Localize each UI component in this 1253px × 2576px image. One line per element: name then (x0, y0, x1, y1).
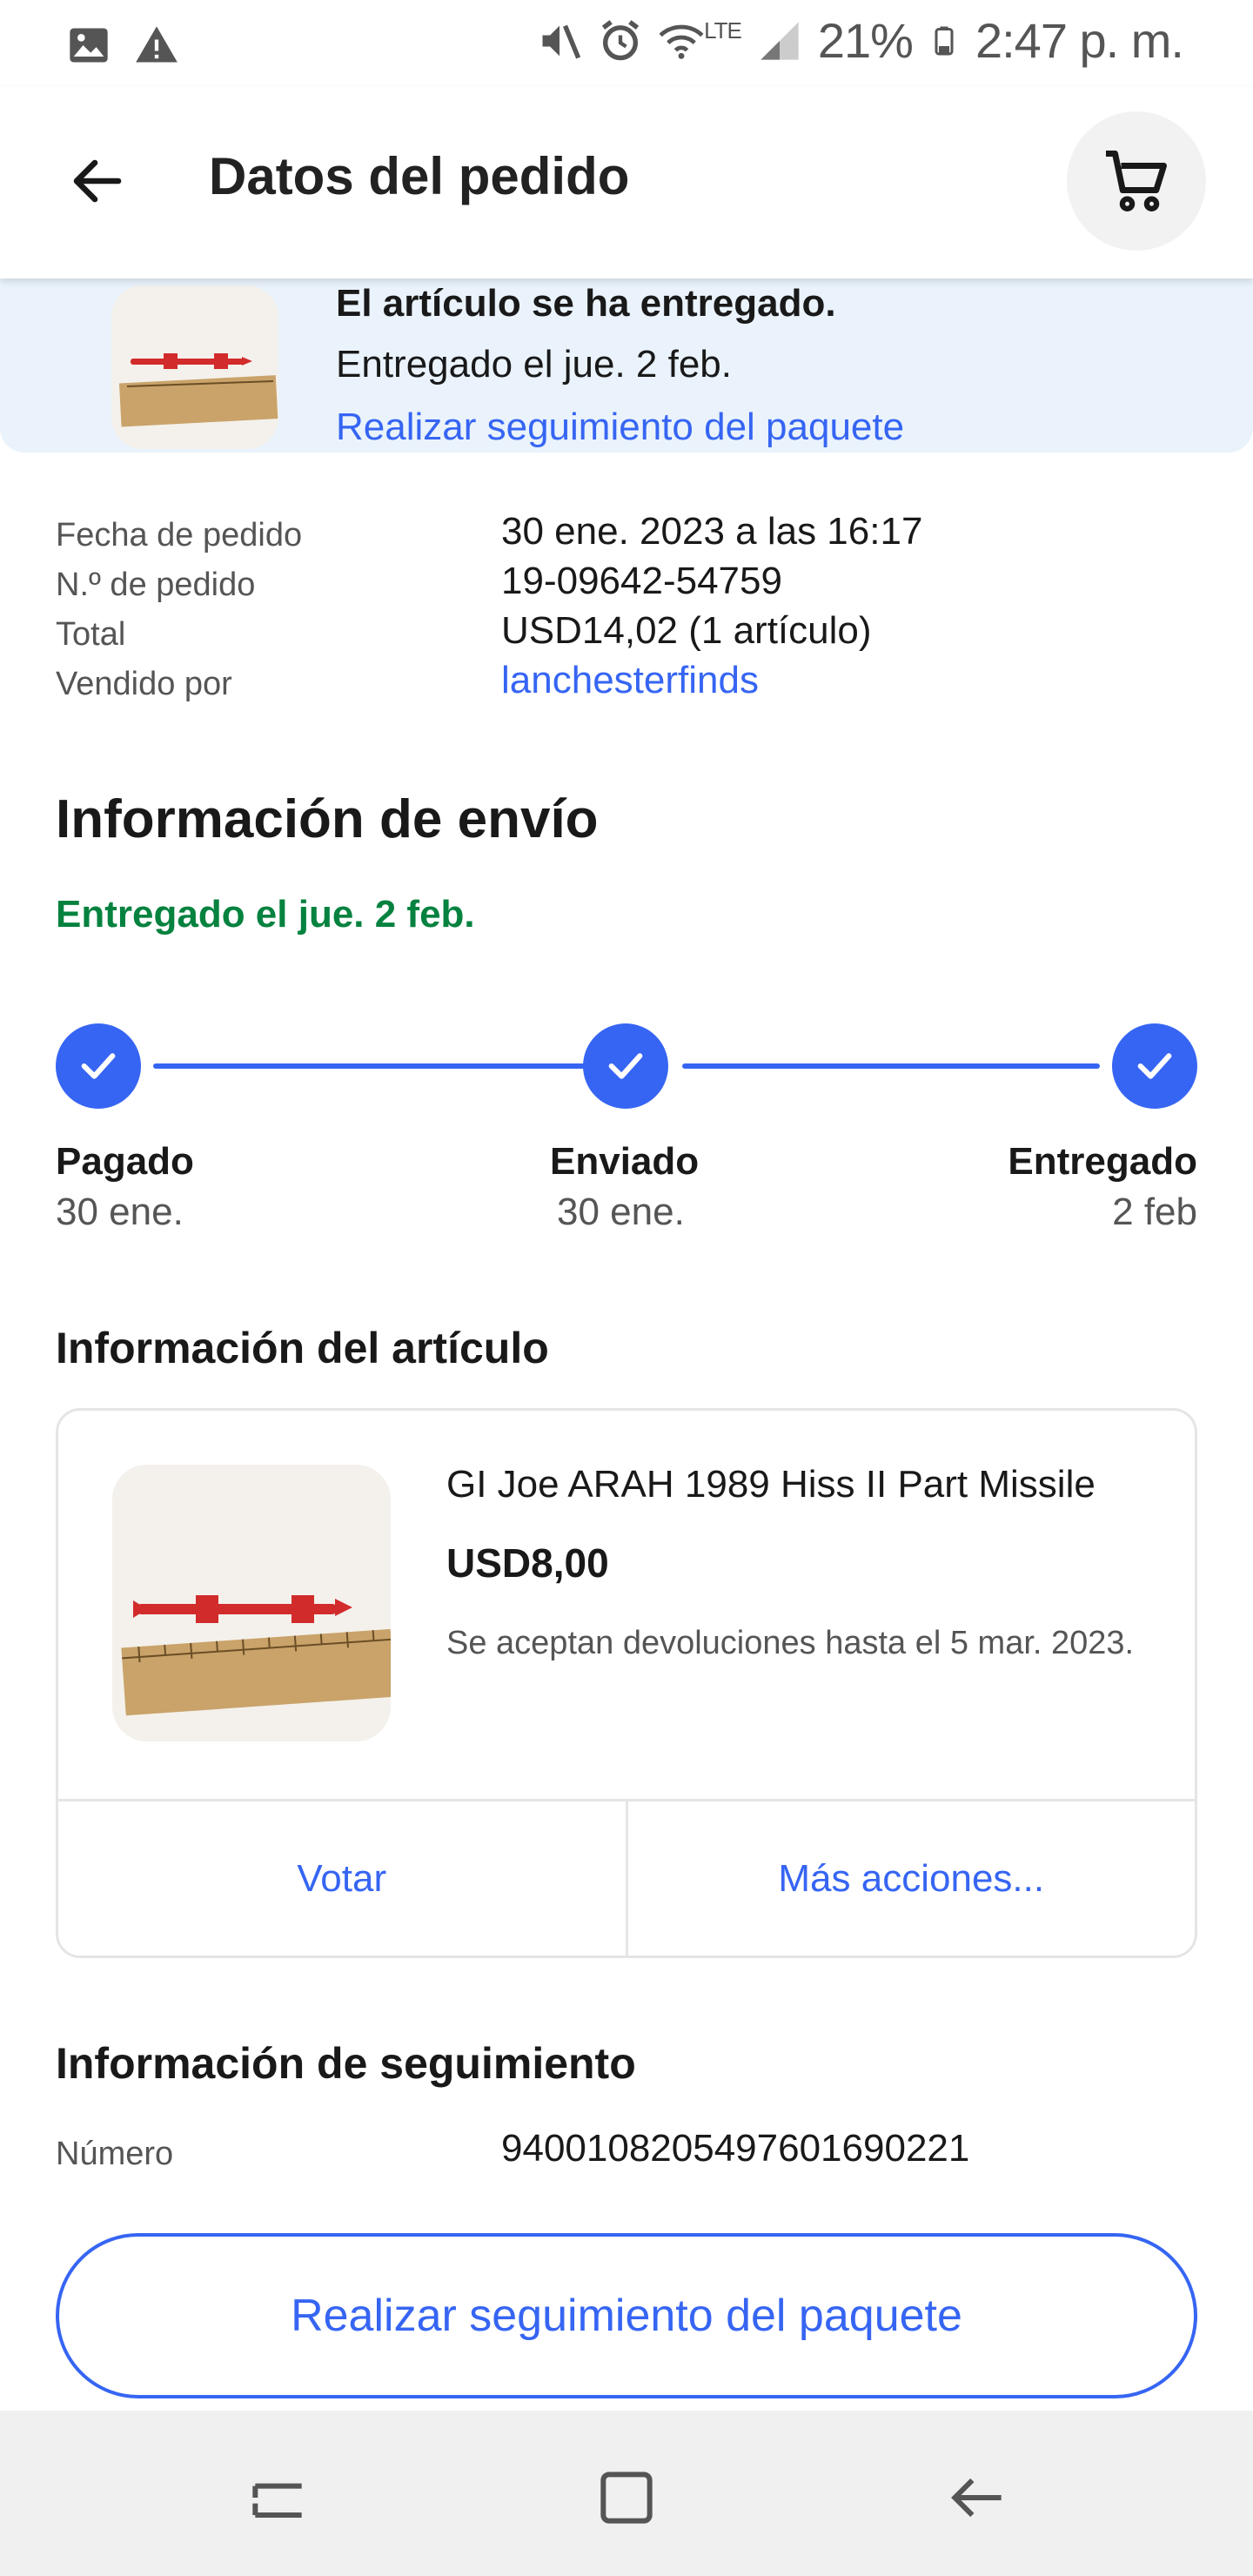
tracking-number: 9400108205497601690221 (501, 2127, 970, 2170)
nav-back-button[interactable] (935, 2454, 1022, 2541)
mute-icon (542, 24, 581, 59)
app-header: Datos del pedido (0, 87, 1253, 278)
network-label: LTE (704, 17, 742, 44)
item-thumbnail[interactable] (111, 285, 278, 449)
progress-line-2 (682, 1063, 1100, 1069)
step-delivered-label: Entregado (1008, 1140, 1197, 1183)
check-icon (608, 1053, 643, 1079)
progress-line-1 (153, 1063, 623, 1069)
recent-apps-button[interactable] (235, 2454, 322, 2541)
item-card: GI Joe ARAH 1989 Hiss II Part Missile US… (56, 1408, 1197, 1958)
item-title[interactable]: GI Joe ARAH 1989 Hiss II Part Missile (446, 1463, 1096, 1506)
clock: 2:47 p. m. (975, 13, 1184, 68)
shipping-status: Entregado el jue. 2 feb. (56, 893, 475, 936)
warning-icon (136, 26, 178, 63)
step-shipped-label: Enviado (550, 1140, 700, 1183)
home-button[interactable] (583, 2454, 670, 2541)
step-paid-date: 30 ene. (56, 1191, 184, 1233)
order-total-label: Total (56, 616, 126, 653)
back-button[interactable] (56, 139, 139, 223)
arrow-left-icon (73, 159, 122, 203)
signal-icon (761, 21, 799, 60)
order-details: Fecha de pedido 30 ene. 2023 a las 16:17… (56, 510, 1197, 708)
item-actions: Votar Más acciones... (58, 1799, 1195, 1955)
seller-link[interactable]: lanchesterfinds (501, 659, 759, 702)
seller-row: Vendido por lanchesterfinds (56, 659, 1197, 708)
item-price: USD8,00 (446, 1540, 609, 1586)
order-total-value: USD14,02 (1 artículo) (501, 609, 872, 652)
banner-subtitle: Entregado el jue. 2 feb. (336, 343, 732, 386)
order-date-value: 30 ene. 2023 a las 16:17 (501, 510, 923, 553)
track-package-button[interactable]: Realizar seguimiento del paquete (56, 2233, 1197, 2398)
order-number-label: N.º de pedido (56, 567, 256, 603)
battery-percent: 21% (817, 13, 914, 68)
status-bar: LTE 21% 2:47 p. m. (0, 0, 1253, 87)
tracking-number-label: Número (56, 2136, 174, 2172)
shipping-progress (56, 1023, 1197, 1110)
delivery-banner: El artículo se ha entregado. Entregado e… (0, 278, 1253, 453)
home-icon (600, 2472, 653, 2524)
order-date-label: Fecha de pedido (56, 517, 303, 553)
alarm-icon (601, 19, 640, 60)
back-arrow-icon (951, 2478, 1002, 2518)
order-number-value: 19-09642-54759 (501, 560, 782, 602)
order-number-row: N.º de pedido 19-09642-54759 (56, 560, 1197, 609)
step-delivered-check (1112, 1023, 1197, 1109)
tracking-heading: Información de seguimiento (56, 2039, 636, 2088)
track-package-link[interactable]: Realizar seguimiento del paquete (336, 406, 904, 449)
cart-button[interactable] (1067, 111, 1206, 251)
returns-note: Se aceptan devoluciones hasta el 5 mar. … (446, 1625, 1135, 1661)
vote-button[interactable]: Votar (58, 1801, 626, 1955)
system-nav-bar (0, 2411, 1253, 2576)
step-shipped-date: 30 ene. (557, 1191, 685, 1233)
missile-ruler-image (111, 285, 278, 449)
battery-icon (935, 26, 954, 55)
item-image[interactable] (112, 1465, 391, 1741)
page-title: Datos del pedido (209, 147, 630, 205)
shipping-heading: Información de envío (56, 789, 599, 849)
wifi-icon (659, 24, 704, 59)
step-delivered-date: 2 feb (1112, 1191, 1197, 1233)
recent-apps-icon (252, 2483, 302, 2518)
more-actions-button[interactable]: Más acciones... (625, 1801, 1196, 1955)
step-shipped-check (583, 1023, 668, 1109)
item-heading: Información del artículo (56, 1324, 549, 1372)
order-date-row: Fecha de pedido 30 ene. 2023 a las 16:17 (56, 510, 1197, 560)
cart-icon (1106, 151, 1167, 211)
check-icon (81, 1053, 116, 1079)
seller-label: Vendido por (56, 666, 232, 702)
order-total-row: Total USD14,02 (1 artículo) (56, 609, 1197, 659)
image-icon (70, 28, 108, 63)
check-icon (1137, 1053, 1172, 1079)
step-paid-check (56, 1023, 141, 1109)
step-paid-label: Pagado (56, 1140, 194, 1183)
banner-title: El artículo se ha entregado. (336, 282, 836, 325)
missile-ruler-image (112, 1465, 391, 1741)
